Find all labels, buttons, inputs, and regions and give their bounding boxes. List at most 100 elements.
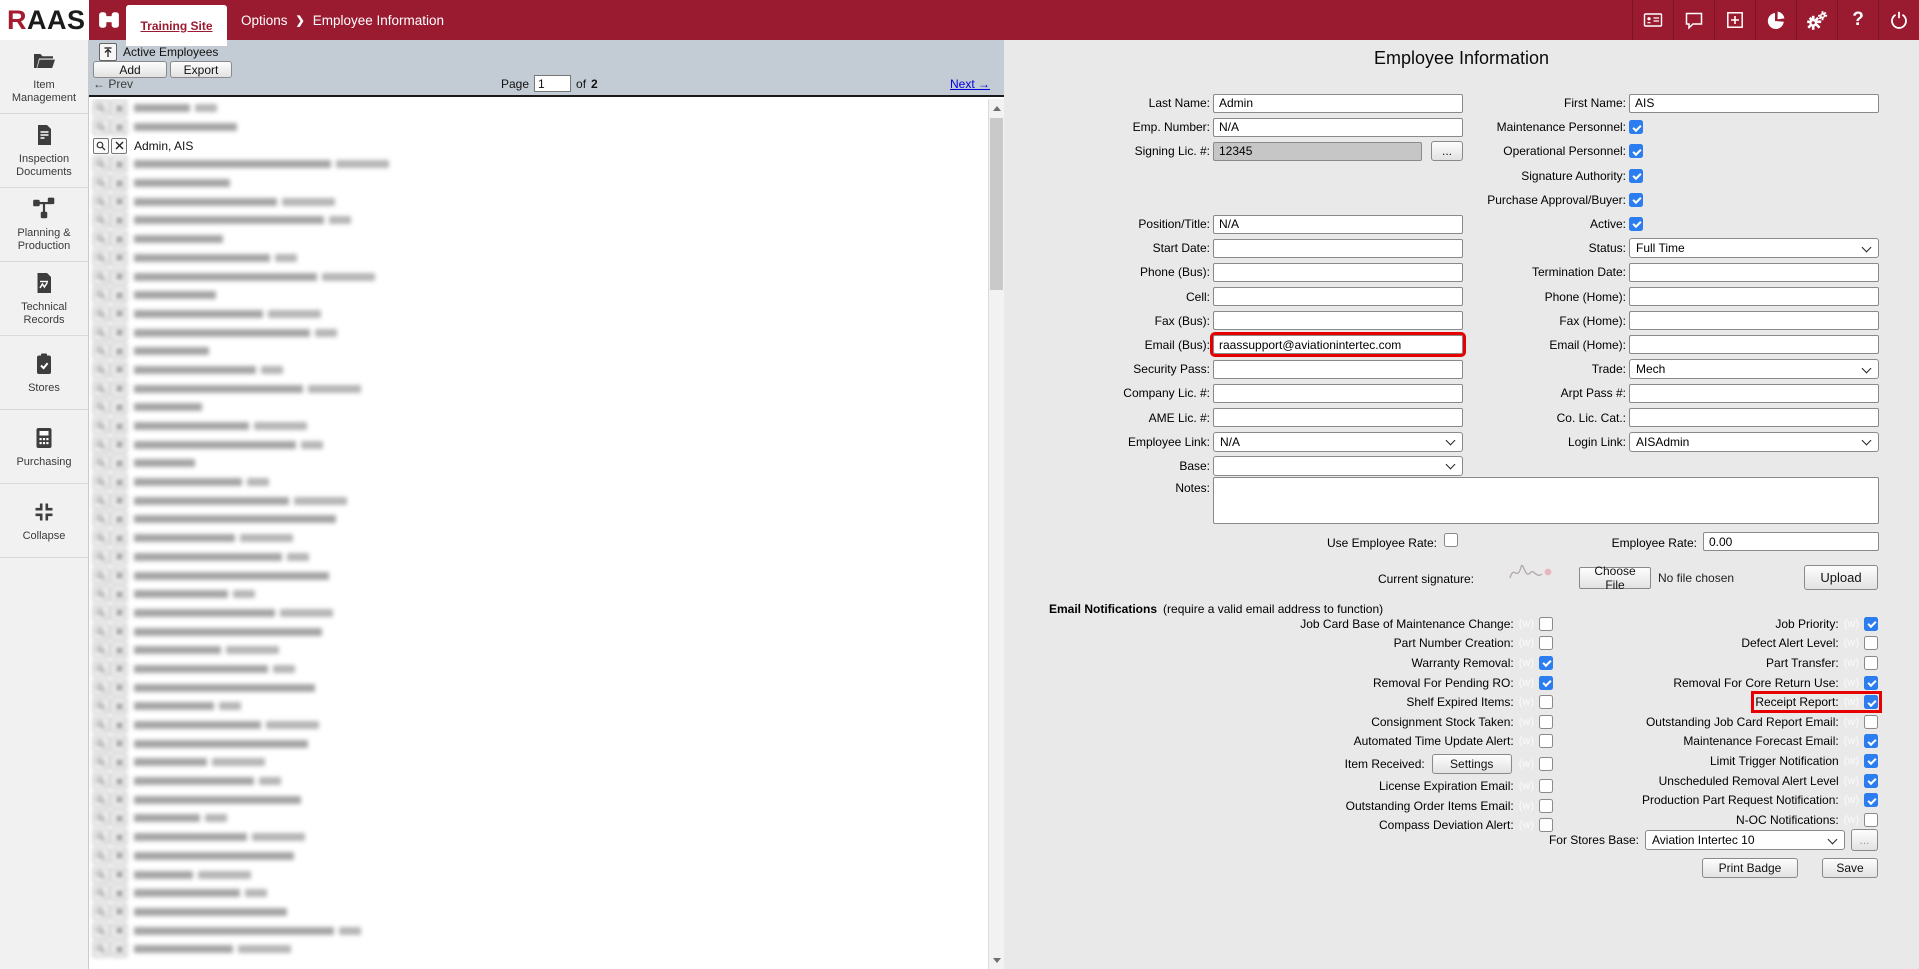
page-number-input[interactable]: 1 [534,75,571,92]
delete-employee-icon[interactable] [111,605,127,621]
delete-employee-icon[interactable] [111,399,127,415]
employee-row[interactable] [89,548,988,567]
delete-employee-icon[interactable] [111,549,127,565]
view-employee-icon[interactable] [93,511,109,527]
view-employee-icon[interactable] [93,586,109,602]
view-employee-icon[interactable] [93,269,109,285]
active-checkbox[interactable] [1629,217,1643,231]
status-select[interactable]: Full Time [1629,238,1879,258]
company-lic-input[interactable] [1213,384,1463,403]
delete-employee-icon[interactable] [111,306,127,322]
prev-page-link[interactable]: ← Prev [93,77,133,91]
delete-employee-icon[interactable] [111,680,127,696]
view-employee-icon[interactable] [93,287,109,303]
defect-alert-level-checkbox[interactable] [1864,636,1878,650]
employee-row[interactable] [89,174,988,193]
delete-employee-icon[interactable] [111,624,127,640]
delete-employee-icon[interactable] [111,343,127,359]
view-employee-icon[interactable] [93,119,109,135]
view-employee-icon[interactable] [93,194,109,210]
delete-employee-icon[interactable] [111,642,127,658]
stores-base-ellipsis-button[interactable]: ... [1851,829,1878,851]
delete-employee-icon[interactable] [111,717,127,733]
employee-row[interactable] [89,753,988,772]
scroll-up-icon[interactable] [989,100,1004,116]
view-employee-icon[interactable] [93,549,109,565]
employee-link-select[interactable]: N/A [1213,432,1463,452]
employee-row[interactable] [89,716,988,735]
sidebar-item-collapse[interactable]: Collapse [0,484,88,558]
delete-employee-icon[interactable] [111,381,127,397]
email-home-input[interactable] [1629,335,1879,354]
ame-lic-input[interactable] [1213,408,1463,427]
delete-employee-icon[interactable] [111,175,127,191]
add-window-icon[interactable] [1714,0,1755,40]
view-employee-icon[interactable] [93,810,109,826]
view-employee-icon[interactable] [93,362,109,378]
view-employee-icon[interactable] [93,736,109,752]
employee-row[interactable] [89,847,988,866]
employee-row[interactable] [89,529,988,548]
view-employee-icon[interactable] [93,661,109,677]
delete-employee-icon[interactable] [111,325,127,341]
employee-row[interactable] [89,734,988,753]
view-employee-icon[interactable] [93,306,109,322]
job-priority-checkbox[interactable] [1864,617,1878,631]
limit-trigger-notification-checkbox[interactable] [1864,754,1878,768]
view-employee-icon[interactable] [93,100,109,116]
employee-row[interactable] [89,865,988,884]
employee-row[interactable] [89,473,988,492]
employee-row[interactable] [89,267,988,286]
print-badge-button[interactable]: Print Badge [1702,858,1798,878]
view-employee-icon[interactable] [93,493,109,509]
employee-row[interactable] [89,828,988,847]
employee-row[interactable] [89,604,988,623]
id-badge-icon[interactable] [1632,0,1673,40]
delete-employee-icon[interactable] [111,885,127,901]
phone-bus-input[interactable] [1213,263,1463,282]
view-employee-icon[interactable] [93,175,109,191]
view-employee-icon[interactable] [93,568,109,584]
view-employee-icon[interactable] [93,455,109,471]
employee-row[interactable] [89,361,988,380]
view-employee-icon[interactable] [93,138,109,154]
employee-row[interactable] [89,566,988,585]
upload-button[interactable]: Upload [1804,565,1878,590]
view-employee-icon[interactable] [93,325,109,341]
breadcrumb-options[interactable]: Options [241,13,288,28]
delete-employee-icon[interactable] [111,829,127,845]
delete-employee-icon[interactable] [111,810,127,826]
employee-row[interactable] [89,286,988,305]
view-employee-icon[interactable] [93,474,109,490]
operational-personnel-checkbox[interactable] [1629,144,1643,158]
fax-bus-input[interactable] [1213,311,1463,330]
production-part-request-notification-checkbox[interactable] [1864,793,1878,807]
notes-textarea[interactable] [1213,477,1879,524]
view-employee-icon[interactable] [93,156,109,172]
for-stores-base-select[interactable]: Aviation Intertec 10 [1645,830,1845,850]
view-employee-icon[interactable] [93,381,109,397]
fax-home-input[interactable] [1629,311,1879,330]
delete-employee-icon[interactable] [111,792,127,808]
delete-employee-icon[interactable] [111,437,127,453]
delete-employee-icon[interactable] [111,212,127,228]
view-employee-icon[interactable] [93,343,109,359]
view-employee-icon[interactable] [93,642,109,658]
employee-row[interactable] [89,491,988,510]
view-employee-icon[interactable] [93,792,109,808]
base-select[interactable] [1213,456,1463,476]
employee-row[interactable] [89,809,988,828]
maintenance-forecast-email-checkbox[interactable] [1864,734,1878,748]
co-lic-cat-input[interactable] [1629,408,1879,427]
view-employee-icon[interactable] [93,231,109,247]
unscheduled-removal-alert-level-checkbox[interactable] [1864,774,1878,788]
view-employee-icon[interactable] [93,923,109,939]
phone-home-input[interactable] [1629,287,1879,306]
delete-employee-icon[interactable] [111,250,127,266]
employee-row[interactable] [89,305,988,324]
settings-gears-icon[interactable] [1796,0,1837,40]
help-icon[interactable]: ? [1837,0,1878,40]
view-employee-icon[interactable] [93,624,109,640]
binoculars-icon[interactable] [97,9,121,31]
view-employee-icon[interactable] [93,941,109,957]
